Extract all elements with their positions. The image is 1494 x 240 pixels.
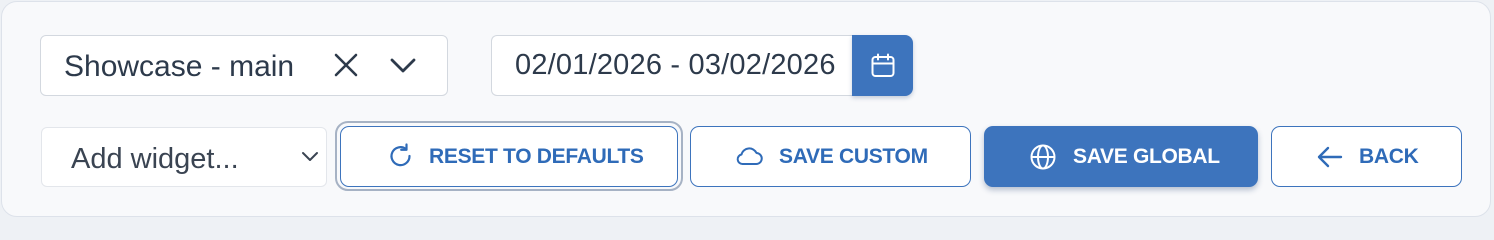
cloud-icon [736,147,763,166]
save-global-label: SAVE GLOBAL [1073,145,1220,168]
calendar-icon [871,53,895,77]
back-label: BACK [1359,145,1419,168]
add-widget-placeholder: Add widget... [71,143,239,175]
back-button[interactable]: BACK [1271,126,1462,187]
arrow-left-icon [1317,146,1343,168]
date-range-field[interactable] [491,35,853,96]
chevron-down-icon[interactable] [386,49,420,83]
dashboard-select-value: Showcase - main [64,50,295,83]
calendar-button[interactable] [852,35,913,96]
chevron-down-icon [302,152,318,161]
save-global-button[interactable]: SAVE GLOBAL [984,126,1258,187]
save-custom-button[interactable]: SAVE CUSTOM [690,126,971,187]
rotate-cw-icon [390,143,411,167]
reset-to-defaults-label: RESET TO DEFAULTS [429,145,644,168]
save-custom-label: SAVE CUSTOM [779,145,928,168]
close-icon[interactable] [331,50,361,80]
globe-icon [1030,144,1056,170]
dashboard-toolbar-panel: Showcase - main Add widget... [1,1,1491,217]
dashboard-select[interactable]: Showcase - main [40,35,448,96]
reset-to-defaults-button[interactable]: RESET TO DEFAULTS [340,126,678,187]
add-widget-select[interactable]: Add widget... [41,127,327,187]
date-range-input[interactable] [492,36,853,95]
